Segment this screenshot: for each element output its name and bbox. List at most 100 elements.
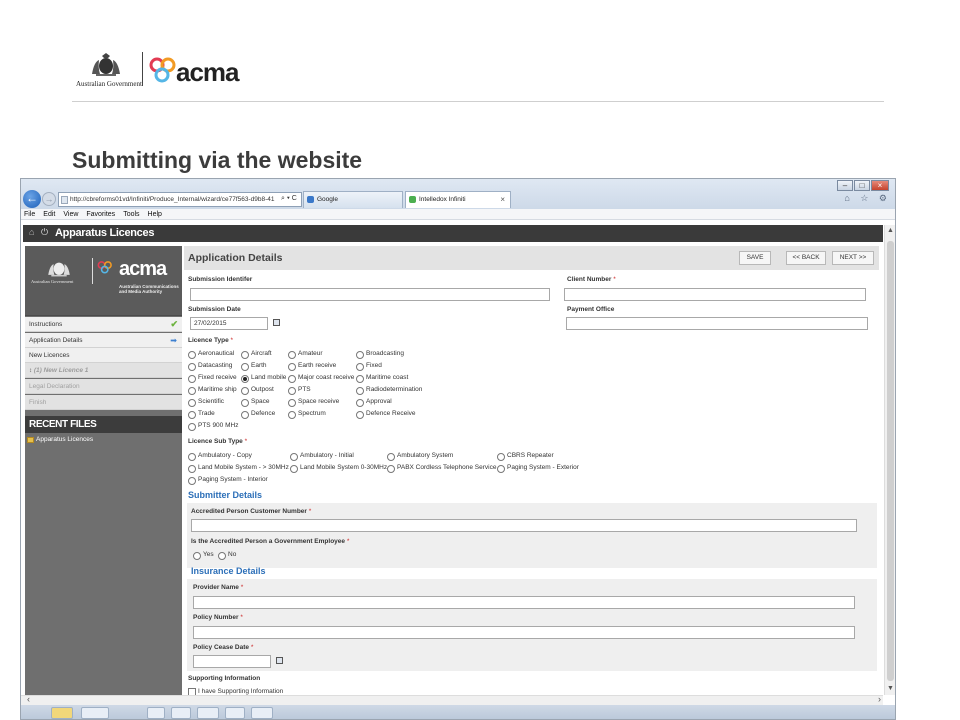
tab-close-icon[interactable]: ×: [500, 192, 505, 208]
taskbar-item[interactable]: [147, 707, 165, 719]
radio-aeronautical[interactable]: Aeronautical: [188, 350, 234, 359]
acma-logo-mark-icon: [97, 261, 112, 274]
radio-no[interactable]: No: [218, 551, 236, 560]
radio-ambulatory-copy[interactable]: Ambulatory - Copy: [188, 452, 252, 461]
scroll-thumb[interactable]: [887, 241, 894, 681]
radio-land-mobile[interactable]: Land mobile: [241, 374, 286, 383]
client-number-input[interactable]: [564, 288, 866, 301]
radio-maritime-ship[interactable]: Maritime ship: [188, 386, 237, 395]
radio-fixed-receive[interactable]: Fixed receive: [188, 374, 237, 383]
tab-google[interactable]: Google: [303, 191, 403, 208]
menu-view[interactable]: View: [63, 209, 78, 219]
window-buttons: – □ ×: [836, 180, 889, 192]
radio-defence-receive[interactable]: Defence Receive: [356, 410, 416, 419]
sidebar-item-new-licence-1[interactable]: ↕ (1) New Licence 1: [25, 363, 182, 378]
radio-space-receive[interactable]: Space receive: [288, 398, 339, 407]
radio-datacasting[interactable]: Datacasting: [188, 362, 232, 371]
menu-tools[interactable]: Tools: [123, 209, 139, 219]
radio-earth-receive[interactable]: Earth receive: [288, 362, 336, 371]
home-icon[interactable]: ⌂: [29, 227, 34, 237]
sidebar-item-finish[interactable]: Finish: [25, 395, 182, 410]
sidebar-item-application-details[interactable]: Application Details ➡: [25, 333, 182, 348]
radio-cbrs-repeater[interactable]: CBRS Repeater: [497, 452, 554, 461]
payment-office-input[interactable]: [566, 317, 868, 330]
radio-maritime-coast[interactable]: Maritime coast: [356, 374, 408, 383]
taskbar-item[interactable]: [51, 707, 73, 719]
back-arrow-icon[interactable]: ←: [23, 190, 41, 208]
address-bar[interactable]: http://cbreforms01vd/Infiniti/Produce_In…: [58, 192, 302, 207]
browser-screenshot: – □ × ← → http://cbreforms01vd/Infiniti/…: [20, 178, 896, 720]
slide: Australian Government acma Submitting vi…: [0, 0, 960, 720]
scroll-down-icon[interactable]: ▼: [887, 685, 894, 692]
horizontal-scrollbar[interactable]: ‹ ›: [21, 694, 883, 705]
taskbar-item[interactable]: [81, 707, 109, 719]
menu-edit[interactable]: Edit: [43, 209, 55, 219]
menu-help[interactable]: Help: [148, 209, 162, 219]
sidebar-item-legal-declaration[interactable]: Legal Declaration: [25, 379, 182, 394]
sidebar-item-instructions[interactable]: Instructions ✔: [25, 317, 182, 332]
tab-intelledox[interactable]: Intelledox Infiniti ×: [405, 191, 511, 208]
supporting-info-checkbox[interactable]: I have Supporting Information: [188, 688, 283, 696]
tab-label: Intelledox Infiniti: [419, 196, 466, 203]
radio-pabx-cordless[interactable]: PABX Cordless Telephone Service: [387, 464, 496, 473]
menu-bar: File Edit View Favorites Tools Help: [21, 209, 895, 220]
radio-ambulatory-system[interactable]: Ambulatory System: [387, 452, 453, 461]
radio-land-mobile-0-30mhz[interactable]: Land Mobile System 0-30MHz: [290, 464, 387, 473]
radio-space[interactable]: Space: [241, 398, 269, 407]
save-button[interactable]: SAVE: [739, 251, 771, 265]
radio-defence[interactable]: Defence: [241, 410, 275, 419]
radio-yes[interactable]: Yes: [193, 551, 214, 560]
menu-file[interactable]: File: [24, 209, 35, 219]
radio-pts[interactable]: PTS: [288, 386, 311, 395]
policy-cease-date-input[interactable]: [193, 655, 271, 668]
sidebar-item-new-licences[interactable]: New Licences: [25, 348, 182, 363]
menu-favorites[interactable]: Favorites: [86, 209, 115, 219]
taskbar-item[interactable]: [197, 707, 219, 719]
radio-trade[interactable]: Trade: [188, 410, 215, 419]
next-button[interactable]: NEXT >>: [832, 251, 874, 265]
address-tools[interactable]: ⌕ ▾ C: [281, 192, 297, 206]
provider-name-input[interactable]: [193, 596, 855, 609]
radio-approval[interactable]: Approval: [356, 398, 392, 407]
app-title: Apparatus Licences: [55, 227, 155, 239]
radio-spectrum[interactable]: Spectrum: [288, 410, 326, 419]
taskbar-item[interactable]: [251, 707, 273, 719]
radio-outpost[interactable]: Outpost: [241, 386, 274, 395]
submission-date-input[interactable]: 27/02/2015: [190, 317, 268, 330]
radio-paging-interior[interactable]: Paging System - Interior: [188, 476, 268, 485]
policy-number-input[interactable]: [193, 626, 855, 639]
radio-land-mobile-above-30mhz[interactable]: Land Mobile System - > 30MHz: [188, 464, 289, 473]
submission-identifier-input[interactable]: [190, 288, 550, 301]
scroll-up-icon[interactable]: ▲: [887, 227, 894, 234]
address-text: http://cbreforms01vd/Infiniti/Produce_In…: [70, 196, 275, 203]
radio-major-coast-receive[interactable]: Major coast receive: [288, 374, 354, 383]
radio-radiodetermination[interactable]: Radiodetermination: [356, 386, 422, 395]
maximize-button[interactable]: □: [854, 180, 870, 191]
recent-file-item[interactable]: Apparatus Licences: [27, 436, 93, 443]
power-icon[interactable]: ⏻: [41, 227, 48, 238]
radio-fixed[interactable]: Fixed: [356, 362, 382, 371]
minimize-button[interactable]: –: [837, 180, 853, 191]
calendar-icon[interactable]: [276, 657, 283, 664]
scroll-left-icon[interactable]: ‹: [27, 694, 30, 704]
vertical-scrollbar[interactable]: ▲ ▼: [884, 225, 895, 695]
radio-broadcasting[interactable]: Broadcasting: [356, 350, 404, 359]
radio-earth[interactable]: Earth: [241, 362, 267, 371]
taskbar-item[interactable]: [171, 707, 191, 719]
home-star-gear-icons[interactable]: ⌂ ☆ ⚙: [844, 193, 891, 204]
radio-aircraft[interactable]: Aircraft: [241, 350, 272, 359]
close-window-button[interactable]: ×: [871, 180, 889, 191]
submitter-details-heading: Submitter Details: [188, 490, 263, 500]
radio-scientific[interactable]: Scientific: [188, 398, 224, 407]
radio-paging-exterior[interactable]: Paging System - Exterior: [497, 464, 579, 473]
accredited-number-input[interactable]: [191, 519, 857, 532]
taskbar-item[interactable]: [225, 707, 245, 719]
calendar-icon[interactable]: [273, 319, 280, 326]
nav-label: New Licences: [29, 352, 70, 359]
back-button[interactable]: << BACK: [786, 251, 826, 265]
radio-pts-900mhz[interactable]: PTS 900 MHz: [188, 422, 238, 431]
forward-arrow-icon[interactable]: →: [42, 192, 56, 206]
scroll-right-icon[interactable]: ›: [878, 694, 881, 704]
radio-ambulatory-initial[interactable]: Ambulatory - Initial: [290, 452, 354, 461]
radio-amateur[interactable]: Amateur: [288, 350, 323, 359]
